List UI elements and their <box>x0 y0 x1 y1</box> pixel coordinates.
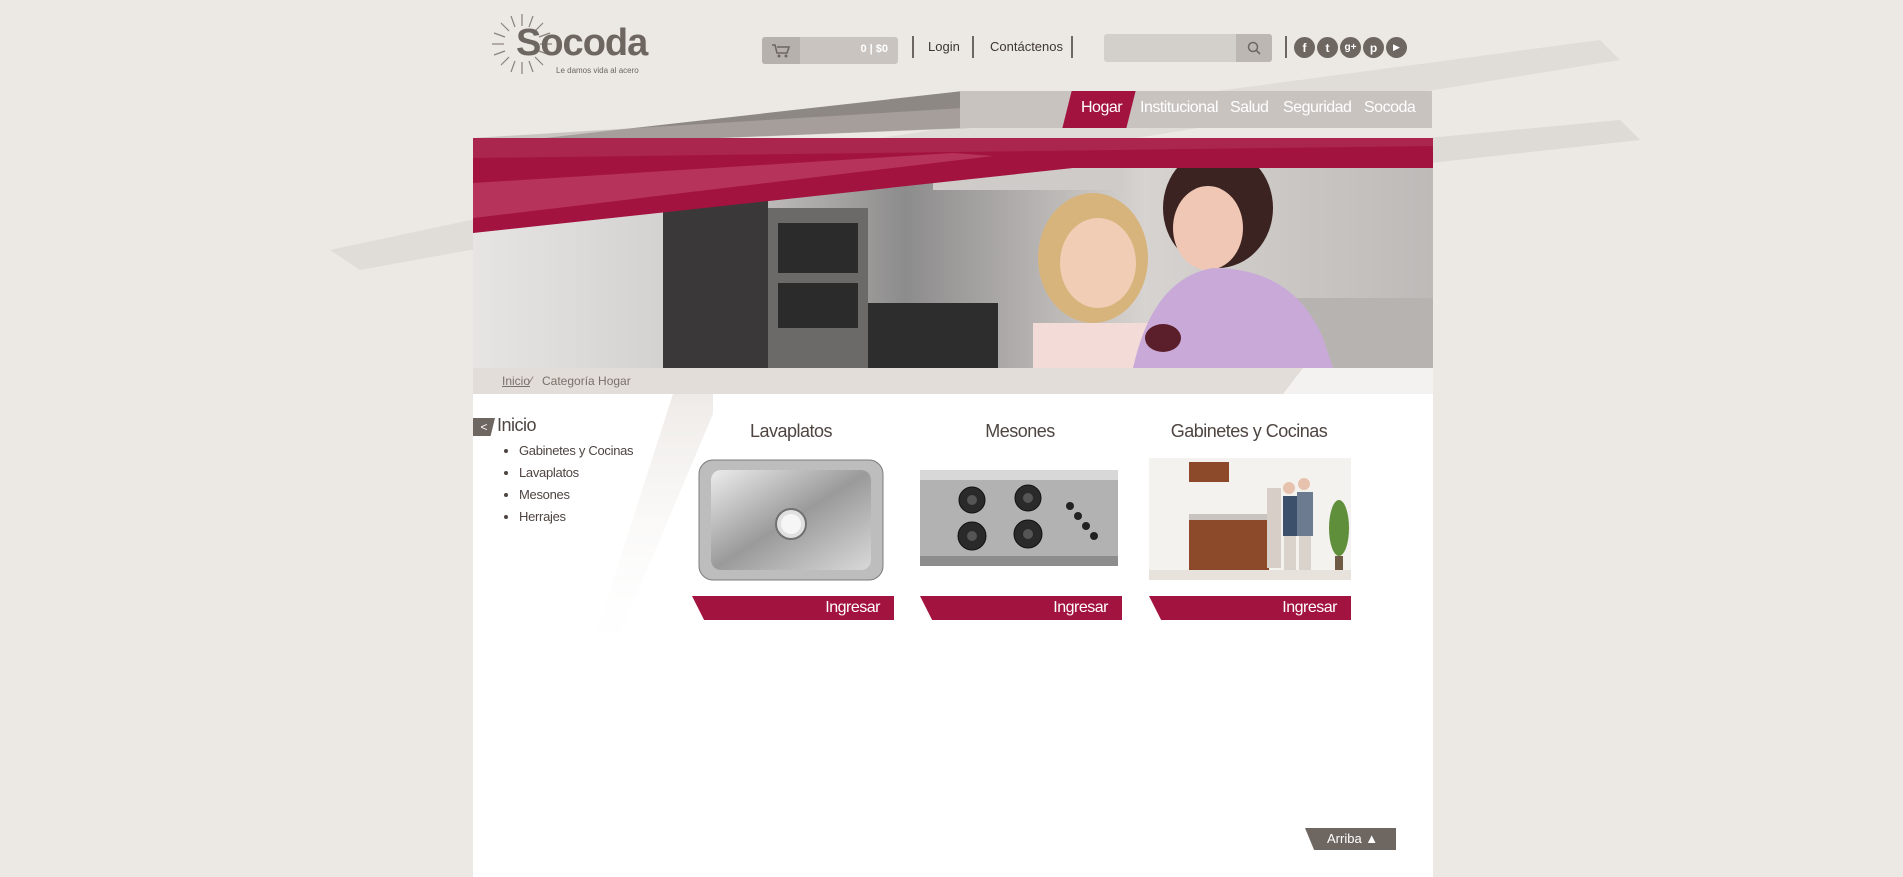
breadcrumb-swoosh <box>1283 368 1433 394</box>
product-image-lavaplatos[interactable] <box>697 458 885 582</box>
product-image-mesones[interactable] <box>920 470 1118 566</box>
product-title-lavaplatos: Lavaplatos <box>749 421 833 441</box>
google-plus-icon[interactable]: g+ <box>1340 37 1361 58</box>
divider <box>1285 36 1287 58</box>
nav-item-salud[interactable]: Salud <box>1230 99 1269 117</box>
sidebar-item-gabinetes[interactable]: Gabinetes y Cocinas <box>519 440 634 462</box>
sidebar-item-herrajes[interactable]: Herrajes <box>519 506 633 528</box>
search-icon <box>1247 41 1261 55</box>
youtube-icon[interactable]: ▶ <box>1386 37 1407 58</box>
nav-item-institucional[interactable]: Institucional <box>1140 99 1219 117</box>
logo-name: Socoda <box>516 22 648 64</box>
breadcrumb-separator: ⁄ <box>530 374 533 388</box>
pinterest-icon[interactable]: p <box>1363 37 1384 58</box>
hero-banner <box>473 138 1433 368</box>
login-link[interactable]: Login <box>928 39 960 54</box>
product-title-mesones: Mesones <box>985 421 1055 441</box>
page: Socoda Le damos vida al acero 0 | $0 Log… <box>0 0 1903 877</box>
divider <box>912 36 914 58</box>
twitter-icon[interactable]: t <box>1317 37 1338 58</box>
cart-summary: 0 | $0 <box>860 43 888 55</box>
sidebar-item-lavaplatos[interactable]: Lavaplatos <box>519 462 633 484</box>
breadcrumb-home[interactable]: Inicio <box>502 374 530 388</box>
sidebar-title: Inicio <box>497 415 537 435</box>
sidebar-item-label: Mesones <box>519 487 570 502</box>
cart-icon <box>762 37 800 64</box>
ingresar-button-mesones[interactable]: Ingresar <box>920 596 1122 620</box>
nav-item-hogar[interactable]: Hogar <box>1081 99 1123 117</box>
ingresar-button-gabinetes[interactable]: Ingresar <box>1149 596 1351 620</box>
contact-link[interactable]: Contáctenos <box>990 39 1063 54</box>
facebook-icon[interactable]: f <box>1294 37 1315 58</box>
divider <box>972 36 974 58</box>
search-input[interactable] <box>1104 34 1232 62</box>
breadcrumb: Inicio ⁄ Categoría Hogar <box>473 368 1433 394</box>
sidebar-item-mesones[interactable]: Mesones <box>519 484 633 506</box>
divider <box>1071 36 1073 58</box>
search-box <box>1104 34 1272 62</box>
logo[interactable]: Socoda Le damos vida al acero <box>490 12 648 82</box>
search-button[interactable] <box>1236 34 1272 62</box>
product-title-gabinetes: Gabinetes y Cocinas <box>1170 421 1328 441</box>
nav-item-socoda[interactable]: Socoda <box>1364 99 1416 117</box>
ingresar-button-lavaplatos[interactable]: Ingresar <box>692 596 894 620</box>
product-image-gabinetes[interactable] <box>1149 458 1351 580</box>
ingresar-label: Ingresar <box>1282 599 1337 616</box>
back-to-top-button[interactable]: Arriba ▲ <box>1305 828 1396 850</box>
sidebar-item-label: Gabinetes y Cocinas <box>519 443 634 458</box>
logo-tagline: Le damos vida al acero <box>556 66 639 75</box>
cart-button[interactable]: 0 | $0 <box>762 37 898 64</box>
nav-item-seguridad[interactable]: Seguridad <box>1283 99 1352 117</box>
ingresar-label: Ingresar <box>1053 599 1108 616</box>
back-to-top-label: Arriba ▲ <box>1327 831 1379 846</box>
sidebar-item-label: Herrajes <box>519 509 566 524</box>
ingresar-label: Ingresar <box>825 599 880 616</box>
sidebar-list: Gabinetes y Cocinas Lavaplatos Mesones H… <box>500 440 634 528</box>
breadcrumb-current: Categoría Hogar <box>542 374 631 388</box>
sidebar-item-label: Lavaplatos <box>519 465 579 480</box>
